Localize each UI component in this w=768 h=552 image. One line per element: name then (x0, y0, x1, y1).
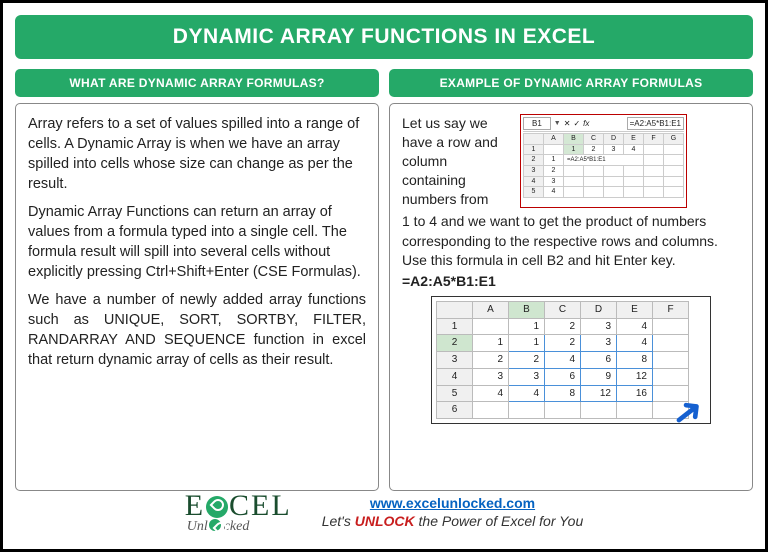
tagline: Let's UNLOCK the Power of Excel for You (322, 513, 584, 529)
left-p2: Dynamic Array Functions can return an ar… (28, 202, 366, 282)
enter-icon: ✓ (573, 118, 580, 129)
logo-lock-icon (206, 496, 228, 518)
logo-sub1: Unl (187, 519, 208, 534)
left-heading: WHAT ARE DYNAMIC ARRAY FORMULAS? (15, 69, 379, 97)
footer: ECEL Unlcked www.excelunlocked.com Let's… (3, 489, 765, 535)
grid2: ABCDEF 11234 211234 322468 4336912 54481… (436, 301, 706, 420)
footer-text: www.excelunlocked.com Let's UNLOCK the P… (322, 495, 584, 529)
formula-bar: B1 ▼ ✕ ✓ fx =A2:A5*B1:E1 (523, 117, 684, 132)
left-p1: Array refers to a set of values spilled … (28, 114, 366, 194)
columns: WHAT ARE DYNAMIC ARRAY FORMULAS? Array r… (15, 69, 753, 491)
cancel-icon: ✕ (564, 118, 571, 129)
logo-lock-icon-small (209, 519, 221, 531)
left-p3: We have a number of newly added array fu… (28, 290, 366, 370)
logo-sub2: cked (224, 519, 250, 534)
fx-label: fx (583, 118, 589, 129)
arrow-icon: ➜ (676, 403, 701, 423)
formula-text: =A2:A5*B1:E1 (402, 272, 740, 291)
intro-text-1: Let us say we have a row and column cont… (402, 114, 514, 208)
example2-screenshot: ABCDEF 11234 211234 322468 4336912 54481… (431, 296, 711, 425)
intro-text-2: 1 to 4 and we want to get the product of… (402, 212, 740, 270)
name-box: B1 (523, 117, 551, 130)
left-box: Array refers to a set of values spilled … (15, 103, 379, 491)
formula-input: =A2:A5*B1:E1 (627, 117, 684, 130)
right-column: EXAMPLE OF DYNAMIC ARRAY FORMULAS Let us… (389, 69, 753, 491)
logo: ECEL Unlcked (185, 489, 292, 535)
page: DYNAMIC ARRAY FUNCTIONS IN EXCEL WHAT AR… (0, 0, 768, 552)
footer-link[interactable]: www.excelunlocked.com (370, 495, 535, 511)
grid1: ABCDEFG 11234 21=A2:A5*B1:E1 32 43 54 (523, 133, 684, 198)
right-heading: EXAMPLE OF DYNAMIC ARRAY FORMULAS (389, 69, 753, 97)
dropdown-icon: ▼ (554, 119, 561, 129)
main-title: DYNAMIC ARRAY FUNCTIONS IN EXCEL (15, 15, 753, 59)
right-box: Let us say we have a row and column cont… (389, 103, 753, 491)
example1-row: Let us say we have a row and column cont… (402, 114, 740, 208)
example1-screenshot: B1 ▼ ✕ ✓ fx =A2:A5*B1:E1 ABCDEFG 11234 2… (520, 114, 687, 208)
left-column: WHAT ARE DYNAMIC ARRAY FORMULAS? Array r… (15, 69, 379, 491)
